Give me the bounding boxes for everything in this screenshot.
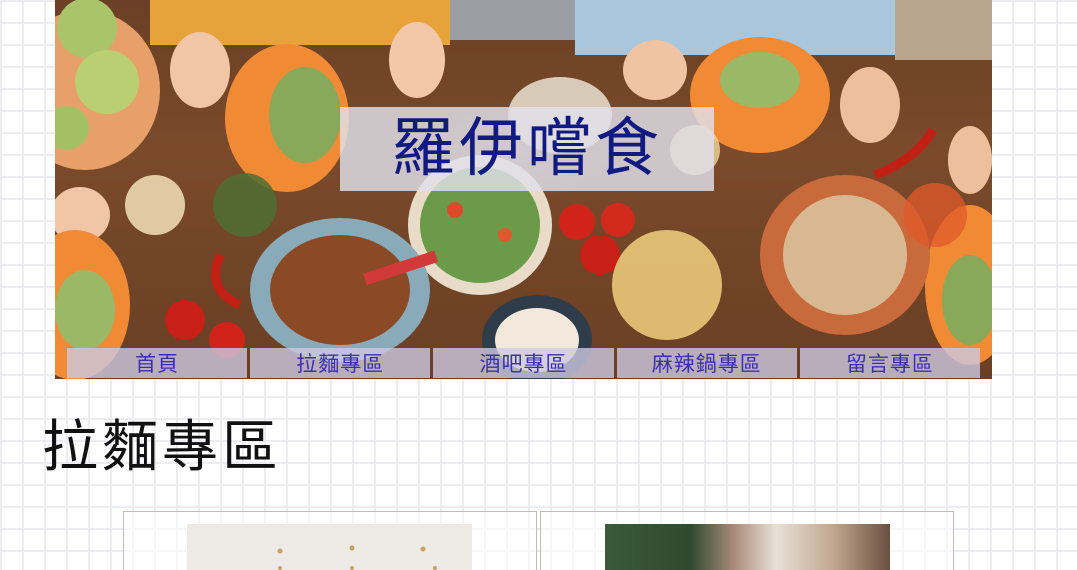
ramen-shop-thumbnail[interactable] xyxy=(187,524,472,570)
tomato xyxy=(447,202,463,218)
apple xyxy=(57,0,117,58)
site-title: 羅伊嚐食 xyxy=(391,112,663,186)
tomato xyxy=(580,235,620,275)
tomato xyxy=(559,204,595,240)
salad xyxy=(269,67,341,163)
chili-pepper xyxy=(211,253,242,310)
nav-item-bar[interactable]: 酒吧專區 xyxy=(433,348,614,378)
section-title: 拉麵專區 xyxy=(42,415,282,480)
hand xyxy=(623,40,687,100)
orange-glass xyxy=(903,183,967,247)
hand xyxy=(170,32,230,108)
juice-glass xyxy=(125,175,185,235)
hero-banner: 羅伊嚐食 xyxy=(55,0,992,379)
nav-item-hotpot[interactable]: 麻辣鍋專區 xyxy=(616,348,797,378)
lime-glass xyxy=(213,173,277,237)
ceiling-lights-photo xyxy=(277,545,437,570)
lemonade-pitcher xyxy=(612,230,722,340)
storefront-thumbnail[interactable] xyxy=(605,524,890,570)
tomato xyxy=(601,203,635,237)
nav-item-home[interactable]: 首頁 xyxy=(67,348,248,378)
chicken-skewers xyxy=(270,235,410,345)
sleeve-grey xyxy=(450,0,580,40)
nuts-and-cheese xyxy=(783,195,907,315)
hand xyxy=(389,22,445,98)
article-card[interactable] xyxy=(123,511,537,570)
sleeve-beige xyxy=(895,0,992,60)
main-nav: 首頁 拉麵專區 酒吧專區 麻辣鍋專區 留言專區 xyxy=(67,348,981,378)
article-card[interactable] xyxy=(540,511,954,570)
hand xyxy=(840,67,900,143)
apple xyxy=(75,50,139,114)
nav-item-ramen[interactable]: 拉麵專區 xyxy=(250,348,431,378)
nav-item-message-board[interactable]: 留言專區 xyxy=(799,348,981,378)
site-title-box: 羅伊嚐食 xyxy=(340,107,714,191)
tomato xyxy=(165,300,205,340)
tomato xyxy=(498,228,512,242)
vegetables xyxy=(720,52,800,108)
salad xyxy=(55,270,115,350)
hand xyxy=(948,126,992,194)
